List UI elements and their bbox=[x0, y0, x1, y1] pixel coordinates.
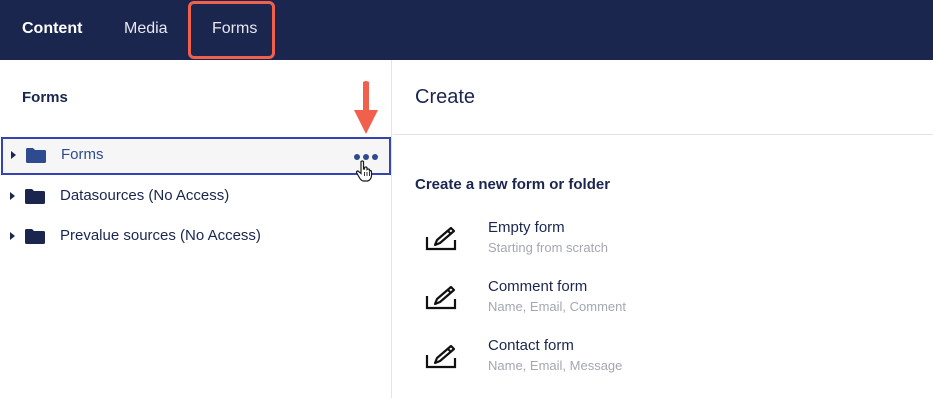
create-contact-form-option[interactable]: Contact form Name, Email, Message bbox=[415, 337, 815, 381]
sidebar-title: Forms bbox=[22, 89, 68, 106]
expand-caret-icon[interactable] bbox=[11, 151, 16, 159]
nav-item-media[interactable]: Media bbox=[124, 0, 168, 60]
create-comment-form-option[interactable]: Comment form Name, Email, Comment bbox=[415, 278, 815, 322]
panel-header: Create bbox=[393, 60, 933, 135]
top-navigation-bar: Content Media Forms bbox=[0, 0, 933, 60]
folder-icon bbox=[26, 148, 46, 163]
sidebar: Forms Forms Datasources (No Access) Prev… bbox=[0, 60, 392, 398]
annotation-arrow-icon bbox=[354, 81, 378, 134]
tree-item-datasources[interactable]: Datasources (No Access) bbox=[0, 178, 392, 216]
option-description: Starting from scratch bbox=[488, 240, 608, 255]
edit-form-icon bbox=[425, 226, 457, 251]
section-title: Create a new form or folder bbox=[415, 176, 611, 193]
option-description: Name, Email, Comment bbox=[488, 299, 626, 314]
edit-form-icon bbox=[425, 285, 457, 310]
panel-title: Create bbox=[415, 86, 476, 108]
tree-item-label: Forms bbox=[61, 146, 104, 163]
forms-tab-highlight bbox=[188, 1, 275, 59]
option-label: Comment form bbox=[488, 278, 588, 295]
create-panel: Create Create a new form or folder Empty… bbox=[393, 60, 933, 398]
edit-form-icon bbox=[425, 344, 457, 369]
folder-icon bbox=[25, 229, 45, 244]
option-label: Empty form bbox=[488, 219, 565, 236]
option-label: Contact form bbox=[488, 337, 574, 354]
expand-caret-icon[interactable] bbox=[10, 232, 15, 240]
expand-caret-icon[interactable] bbox=[10, 192, 15, 200]
create-empty-form-option[interactable]: Empty form Starting from scratch bbox=[415, 219, 815, 263]
tree-item-label: Datasources (No Access) bbox=[60, 187, 230, 204]
tree-item-label: Prevalue sources (No Access) bbox=[60, 227, 261, 244]
hand-cursor-icon bbox=[355, 160, 373, 182]
option-description: Name, Email, Message bbox=[488, 358, 623, 373]
nav-item-content[interactable]: Content bbox=[22, 0, 82, 60]
tree-item-prevalue-sources[interactable]: Prevalue sources (No Access) bbox=[0, 218, 392, 256]
folder-icon bbox=[25, 189, 45, 204]
tree-item-forms[interactable]: Forms bbox=[1, 137, 391, 175]
